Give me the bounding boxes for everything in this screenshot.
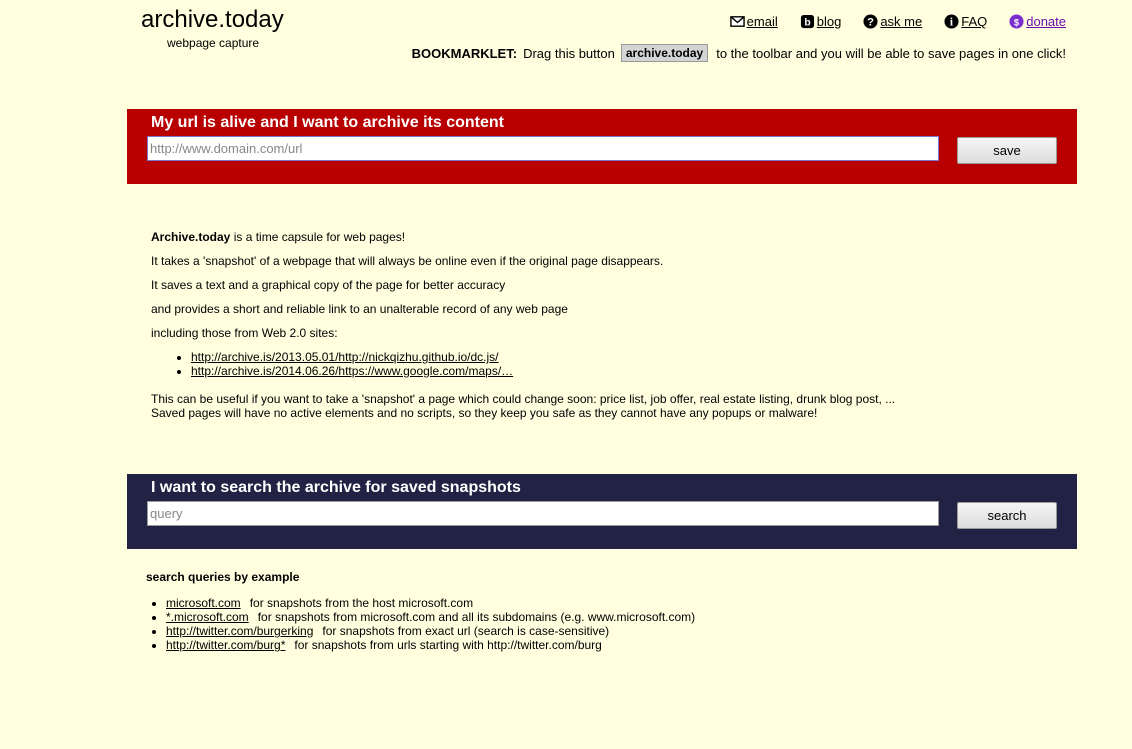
- donate-coin-icon: $: [1009, 14, 1024, 29]
- search-examples-title: search queries by example: [146, 570, 300, 584]
- svg-text:i: i: [950, 17, 953, 29]
- info-icon: i: [944, 14, 959, 29]
- example-query-link[interactable]: http://twitter.com/burgerking: [166, 624, 313, 638]
- list-item: http://twitter.com/burg* for snapshots fr…: [166, 638, 695, 652]
- example-query-desc: for snapshots from the host microsoft.co…: [249, 596, 474, 610]
- search-input[interactable]: [147, 501, 939, 526]
- search-panel-title: I want to search the archive for saved s…: [151, 479, 521, 496]
- intro-brand: Archive.today: [151, 230, 231, 244]
- blog-icon: b: [800, 14, 814, 28]
- nav-ask-label: ask me: [880, 14, 923, 29]
- logo[interactable]: archive.today webpage capture: [141, 6, 284, 50]
- list-item: http://twitter.com/burgerking for snapsho…: [166, 624, 695, 638]
- nav-faq-link[interactable]: i FAQ: [944, 14, 987, 29]
- intro-line-1: Archive.today is a time capsule for web …: [151, 230, 895, 244]
- bookmarklet-pre-text: Drag this button: [523, 45, 615, 61]
- search-examples: search queries by example microsoft.com f…: [146, 570, 695, 652]
- svg-text:?: ?: [867, 17, 874, 29]
- example-query-link[interactable]: http://twitter.com/burg*: [166, 638, 285, 652]
- list-item: http://archive.is/2013.05.01/http://nick…: [191, 350, 895, 364]
- intro-line-4: and provides a short and reliable link t…: [151, 302, 568, 316]
- intro-line-1-rest: is a time capsule for web pages!: [230, 230, 406, 244]
- example-snapshot-link[interactable]: http://archive.is/2014.06.26/https://www…: [191, 364, 513, 378]
- top-nav: email b blog ? ask me i FAQ $ donate: [708, 14, 1066, 29]
- example-query-desc: for snapshots from microsoft.com and all…: [257, 610, 696, 624]
- example-query-desc: for snapshots from exact url (search is …: [322, 624, 610, 638]
- question-icon: ?: [863, 14, 878, 29]
- nav-email-label: email: [746, 14, 778, 29]
- save-panel: My url is alive and I want to archive it…: [127, 109, 1077, 184]
- envelope-icon: [729, 16, 745, 27]
- nav-faq-label: FAQ: [961, 14, 988, 29]
- list-item: *.microsoft.com for snapshots from micros…: [166, 610, 695, 624]
- intro-useful-text: This can be useful if you want to take a…: [151, 392, 896, 406]
- intro-section: Archive.today is a time capsule for web …: [151, 230, 895, 420]
- nav-blog-link[interactable]: b blog: [800, 14, 842, 29]
- example-snapshot-link[interactable]: http://archive.is/2013.05.01/http://nick…: [191, 350, 499, 364]
- list-item: http://archive.is/2014.06.26/https://www…: [191, 364, 895, 378]
- site-title[interactable]: archive.today: [141, 6, 284, 34]
- bookmarklet-post-text: to the toolbar and you will be able to s…: [716, 45, 1066, 61]
- nav-email-link[interactable]: email: [729, 14, 778, 29]
- intro-line-5: including those from Web 2.0 sites:: [151, 326, 338, 340]
- site-subtitle: webpage capture: [167, 36, 260, 50]
- intro-line-2: It takes a 'snapshot' of a webpage that …: [151, 254, 664, 268]
- search-panel: I want to search the archive for saved s…: [127, 474, 1077, 549]
- intro-line-3: It saves a text and a graphical copy of …: [151, 278, 506, 292]
- save-panel-title: My url is alive and I want to archive it…: [151, 114, 504, 131]
- nav-blog-label: blog: [816, 14, 842, 29]
- example-query-desc: for snapshots from urls starting with ht…: [294, 638, 602, 652]
- svg-text:$: $: [1014, 17, 1020, 27]
- example-snapshot-list: http://archive.is/2013.05.01/http://nick…: [151, 350, 895, 378]
- url-input[interactable]: [147, 136, 939, 161]
- nav-donate-label: donate: [1026, 14, 1066, 29]
- search-button[interactable]: search: [957, 502, 1057, 529]
- example-query-link[interactable]: *.microsoft.com: [166, 610, 249, 624]
- bookmarklet-label: BOOKMARKLET:: [411, 45, 518, 61]
- save-button[interactable]: save: [957, 137, 1057, 164]
- nav-donate-link[interactable]: $ donate: [1009, 14, 1066, 29]
- nav-ask-link[interactable]: ? ask me: [863, 14, 922, 29]
- bookmarklet-bar: BOOKMARKLET: Drag this button archive.to…: [412, 44, 1066, 62]
- example-query-link[interactable]: microsoft.com: [166, 596, 241, 610]
- search-examples-list: microsoft.com for snapshots from the host…: [146, 596, 695, 652]
- list-item: microsoft.com for snapshots from the host…: [166, 596, 695, 610]
- svg-text:b: b: [804, 17, 810, 28]
- bookmarklet-button[interactable]: archive.today: [620, 44, 709, 62]
- intro-safe-text: Saved pages will have no active elements…: [151, 406, 818, 420]
